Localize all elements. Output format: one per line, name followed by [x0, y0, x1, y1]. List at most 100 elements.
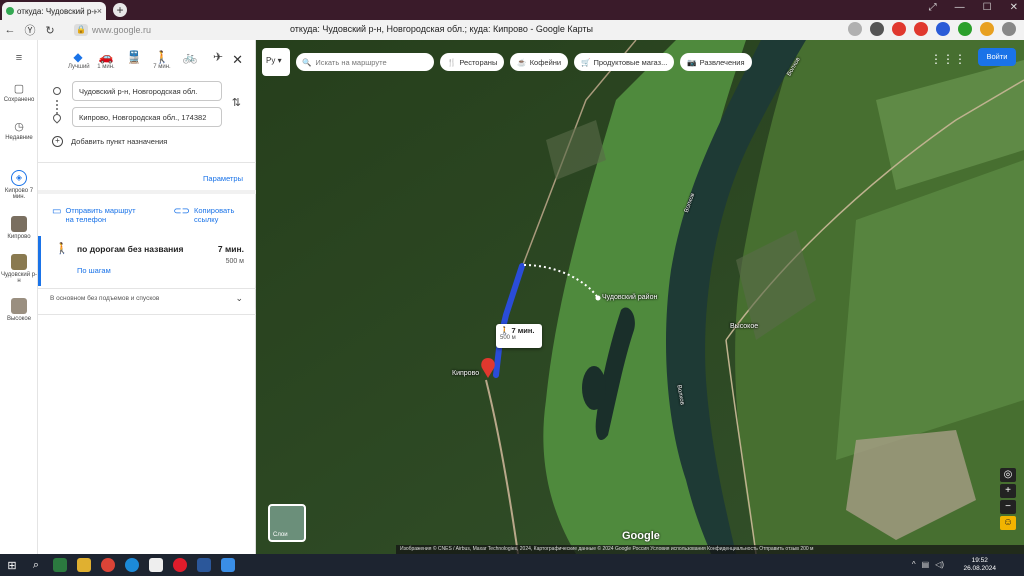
- taskbar-app-icon[interactable]: [216, 554, 240, 576]
- edge-icon[interactable]: [120, 554, 144, 576]
- language-value: Ру: [266, 56, 276, 65]
- restore-icon[interactable]: ⤢: [929, 2, 937, 13]
- rail-place-vysokoe[interactable]: Высокое: [0, 298, 38, 322]
- clock-date: 26.08.2024: [963, 565, 996, 572]
- google-logo: Google: [622, 530, 660, 542]
- copy-link-button[interactable]: ⊂⊃ Копировать ссылку: [173, 206, 248, 224]
- mode-bike[interactable]: 🚲: [180, 50, 200, 70]
- rail-place-chudovo[interactable]: Чудовский р-н: [0, 254, 38, 284]
- zoom-out-button[interactable]: −: [1000, 500, 1016, 514]
- chip-label: Продуктовые магаз...: [593, 57, 668, 67]
- new-tab-button[interactable]: +: [113, 3, 127, 17]
- minimize-button[interactable]: —: [955, 2, 965, 13]
- menu-icon[interactable]: ≡: [0, 52, 38, 64]
- add-destination-button[interactable]: + Добавить пункт назначения: [52, 136, 167, 147]
- mode-flight[interactable]: ✈: [208, 50, 228, 70]
- windows-start-icon[interactable]: ⊞: [0, 554, 24, 576]
- chip-restaurants[interactable]: 🍴 Рестораны: [440, 53, 505, 71]
- satellite-map[interactable]: Ру ▾ 🔍 Искать на маршруте 🍴 Рестораны ☕ …: [256, 40, 1024, 554]
- mode-transit[interactable]: 🚆: [124, 50, 144, 70]
- taskbar-app-icon[interactable]: [48, 554, 72, 576]
- mode-label: 7 мин.: [153, 64, 171, 70]
- signin-button[interactable]: Войти: [978, 48, 1016, 66]
- mode-label: Лучший: [68, 64, 90, 70]
- extension-icon[interactable]: [936, 22, 950, 36]
- url-text[interactable]: www.google.ru: [92, 25, 151, 35]
- word-icon[interactable]: [192, 554, 216, 576]
- yandex-icon[interactable]: Ⓨ: [20, 22, 40, 38]
- mode-walk[interactable]: 🚶 7 мин.: [152, 50, 172, 70]
- extension-icon[interactable]: [892, 22, 906, 36]
- rail-place-kiprovo[interactable]: Кипрово: [0, 216, 38, 240]
- browser-tab[interactable]: откуда: Чудовский р-н ×: [2, 2, 106, 20]
- route-callout[interactable]: 🚶 7 мин. 500 м: [496, 324, 542, 348]
- compass-icon[interactable]: ◎: [1000, 468, 1016, 482]
- tab-close-icon[interactable]: ×: [97, 6, 102, 16]
- profile-icon[interactable]: [1002, 22, 1016, 36]
- close-directions-button[interactable]: ✕: [232, 52, 243, 68]
- map-label-vysokoe[interactable]: Высокое: [730, 323, 758, 330]
- search-icon[interactable]: ⌕: [24, 554, 48, 576]
- layers-label: Слои: [273, 532, 288, 538]
- step-by-step-link[interactable]: По шагам: [77, 266, 111, 275]
- chip-label: Рестораны: [459, 57, 498, 67]
- copy-link-label: Копировать ссылку: [194, 206, 235, 224]
- chrome-icon[interactable]: [96, 554, 120, 576]
- close-window-button[interactable]: ✕: [1010, 2, 1018, 13]
- extension-icon[interactable]: [980, 22, 994, 36]
- google-apps-icon[interactable]: ⋮⋮⋮: [930, 52, 966, 66]
- chip-cafes[interactable]: ☕ Кофейни: [510, 53, 569, 71]
- check-icon[interactable]: [958, 22, 972, 36]
- rail-place-label: Высокое: [6, 316, 32, 322]
- extension-icon[interactable]: [914, 22, 928, 36]
- route-search-input[interactable]: 🔍 Искать на маршруте: [296, 53, 434, 71]
- diamond-icon: ◆: [73, 50, 83, 64]
- chevron-down-icon[interactable]: ⌄: [235, 293, 243, 304]
- callout-time-text: 7 мин.: [511, 326, 535, 335]
- layers-button[interactable]: Слои: [268, 504, 306, 542]
- bookmark-icon[interactable]: [848, 22, 862, 36]
- chip-label: Кофейни: [529, 57, 562, 67]
- chip-groceries[interactable]: 🛒 Продуктовые магаз...: [574, 53, 675, 71]
- mode-car[interactable]: 🚗 1 мин.: [96, 50, 116, 70]
- url-field[interactable]: 🔒 www.google.ru: [74, 23, 151, 37]
- divider: [38, 162, 256, 163]
- route-distance: 500 м: [225, 258, 244, 265]
- map-label-chudovsky[interactable]: Чудовский район: [602, 294, 657, 301]
- maximize-button[interactable]: ☐: [983, 2, 992, 13]
- shield-icon[interactable]: [870, 22, 884, 36]
- network-icon[interactable]: ▤: [922, 560, 930, 569]
- route-option[interactable]: 🚶 по дорогам без названия 7 мин. 500 м П…: [38, 236, 256, 286]
- chip-entertainment[interactable]: 📷 Развлечения: [680, 53, 752, 71]
- folder-icon[interactable]: [72, 554, 96, 576]
- rail-saved[interactable]: ▢ Сохранено: [0, 82, 38, 103]
- map-label-kiprovo[interactable]: Кипрово: [452, 370, 479, 377]
- zoom-in-button[interactable]: +: [1000, 484, 1016, 498]
- yandex-browser-icon[interactable]: [144, 554, 168, 576]
- map-controls: ◎ + − ☺: [1000, 468, 1016, 530]
- origin-input[interactable]: Чудовский р-н, Новгородская обл.: [72, 81, 222, 101]
- route-time: 7 мин.: [217, 244, 244, 254]
- taskbar-clock[interactable]: 19:52 26.08.2024: [963, 557, 996, 573]
- language-select[interactable]: Ру ▾: [262, 48, 290, 76]
- rail-recent[interactable]: ◷ Недавние: [0, 120, 38, 141]
- plane-icon: ✈: [212, 50, 224, 64]
- swap-icon[interactable]: ⇅: [232, 96, 241, 109]
- mode-best[interactable]: ◆ Лучший: [68, 50, 90, 70]
- chevron-up-icon[interactable]: ^: [912, 560, 916, 569]
- destination-input[interactable]: Кипрово, Новгородская обл., 174382: [72, 107, 222, 127]
- menu-button[interactable]: ≡: [0, 52, 38, 66]
- pegman-icon[interactable]: ☺: [1000, 516, 1016, 530]
- volume-icon[interactable]: ◁): [935, 560, 944, 569]
- divider: [38, 190, 256, 194]
- map-toolbar: Ру ▾ 🔍 Искать на маршруте 🍴 Рестораны ☕ …: [262, 48, 752, 76]
- taskbar: ⊞ ⌕ ^ ▤ ◁) 19:52 26.08.2024: [0, 554, 1024, 576]
- send-to-phone-button[interactable]: ▭ Отправить маршрут на телефон: [52, 206, 145, 224]
- rail-route-label: Кипрово 7 мин.: [4, 188, 34, 200]
- lock-icon[interactable]: 🔒: [74, 24, 88, 36]
- back-icon[interactable]: ←: [0, 24, 20, 36]
- reload-icon[interactable]: ↻: [40, 24, 60, 37]
- options-button[interactable]: Параметры: [203, 174, 243, 183]
- opera-icon[interactable]: [168, 554, 192, 576]
- rail-route[interactable]: ◈ Кипрово 7 мин.: [0, 170, 38, 200]
